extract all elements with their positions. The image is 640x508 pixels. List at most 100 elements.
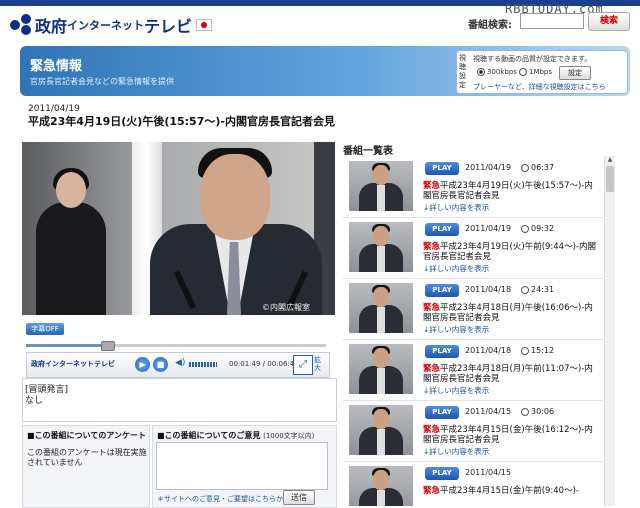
item-duration: 15:12 xyxy=(521,346,554,355)
play-button[interactable]: PLAY xyxy=(425,284,459,297)
item-date: 2011/04/15 xyxy=(465,468,512,477)
video-player[interactable]: ©内閣広報室 xyxy=(22,142,335,315)
item-date: 2011/04/18 xyxy=(465,346,512,355)
list-scrollbar[interactable]: ▲ xyxy=(604,156,615,506)
program-thumbnail[interactable] xyxy=(349,466,413,506)
item-title[interactable]: 緊急平成23年4月18日(月)午前(11:07〜)-内閣官房長官記者会見 xyxy=(423,364,601,384)
item-title[interactable]: 緊急平成23年4月19日(火)午後(15:57〜)-内閣官房長官記者会見 xyxy=(423,181,601,201)
send-button[interactable]: 送信 xyxy=(283,490,315,505)
banner-subtitle: 官房長官記者会見などの緊急情報を提供 xyxy=(30,77,174,86)
show-details-link[interactable]: ↓詳しい内容を表示 xyxy=(423,324,489,335)
clock-icon xyxy=(521,224,529,233)
item-date: 2011/04/19 xyxy=(465,163,512,172)
video-credit: ©内閣広報室 xyxy=(262,303,310,312)
item-date: 2011/04/15 xyxy=(465,407,512,416)
clock-icon xyxy=(521,346,529,355)
opinion-heading: ■この番組についてのご意見 xyxy=(157,431,261,440)
quality-option-300[interactable]: 300kbps xyxy=(477,68,517,76)
opinion-textarea[interactable] xyxy=(156,442,328,490)
site-logo[interactable]: 政府 インターネット テレビ xyxy=(10,12,213,38)
logo-text: テレビ xyxy=(144,17,193,36)
player-logo: 政府インターネットテレビ xyxy=(31,360,115,368)
show-details-link[interactable]: ↓詳しい内容を表示 xyxy=(423,202,489,213)
list-item[interactable]: PLAY 2011/04/15 緊急平成23年4月15日(金)午前(9:40〜)… xyxy=(343,461,603,506)
opinion-panel: ■この番組についてのご意見 (1000文字以内) ＊サイトへのご意見・ご要望はこ… xyxy=(152,425,337,508)
banner-title: 緊急情報 xyxy=(30,59,83,74)
item-title[interactable]: 緊急平成23年4月19日(火)午前(9:44〜)-内閣官房長官記者会見 xyxy=(423,242,601,262)
stop-button[interactable]: ■ xyxy=(153,357,168,372)
logo-text: インターネット xyxy=(67,19,145,32)
show-details-link[interactable]: ↓詳しい内容を表示 xyxy=(423,385,489,396)
volume-slider[interactable] xyxy=(189,362,217,367)
item-duration: 09:32 xyxy=(521,224,554,233)
program-thumbnail[interactable] xyxy=(349,344,413,394)
list-item[interactable]: PLAY 2011/04/19 06:37 緊急平成23年4月19日(火)午後(… xyxy=(343,156,603,218)
show-details-link[interactable]: ↓詳しい内容を表示 xyxy=(423,446,489,457)
search-input[interactable] xyxy=(520,13,584,29)
emergency-tag: 緊急 xyxy=(423,303,441,313)
time-readout: 00:01:49 / 00:06:46 xyxy=(229,360,299,368)
scroll-thumb[interactable] xyxy=(606,166,614,192)
detailed-settings-link[interactable]: プレーヤーなど、詳細な視聴設定はこちら xyxy=(473,82,606,92)
play-icon: ▶ xyxy=(139,360,146,369)
list-item[interactable]: PLAY 2011/04/15 30:06 緊急平成23年4月15日(金)午後(… xyxy=(343,400,603,462)
radio-icon[interactable] xyxy=(519,68,527,76)
program-thumbnail[interactable] xyxy=(349,283,413,333)
quality-set-button[interactable]: 設定 xyxy=(559,66,591,80)
opinion-limit: (1000文字以内) xyxy=(263,432,315,440)
play-button[interactable]: PLAY xyxy=(425,162,459,175)
stop-icon: ■ xyxy=(156,360,165,369)
emergency-tag: 緊急 xyxy=(423,181,441,191)
play-button[interactable]: PLAY xyxy=(425,406,459,419)
list-item[interactable]: PLAY 2011/04/18 15:12 緊急平成23年4月18日(月)午前(… xyxy=(343,339,603,401)
progress-bar[interactable] xyxy=(26,341,326,351)
show-details-link[interactable]: ↓詳しい内容を表示 xyxy=(423,263,489,274)
item-title[interactable]: 緊急平成23年4月15日(金)午前(9:40〜)- xyxy=(423,486,601,496)
page-title: 平成23年4月19日(火)午後(15:57〜)-内閣官房長官記者会見 xyxy=(28,115,335,128)
item-duration: 24:31 xyxy=(521,285,554,294)
play-button[interactable]: PLAY xyxy=(425,223,459,236)
japan-flag-icon xyxy=(196,19,213,31)
scroll-up-icon[interactable]: ▲ xyxy=(606,156,614,164)
emergency-tag: 緊急 xyxy=(423,486,441,496)
fullscreen-label: 拡大 xyxy=(314,356,321,372)
player-controls: 政府インターネットテレビ ▶ ■ ◀) 00:01:49 / 00:06:46 … xyxy=(26,352,330,378)
caption-toggle-button[interactable]: 字幕OFF xyxy=(26,323,64,335)
emergency-tag: 緊急 xyxy=(423,425,441,435)
item-title[interactable]: 緊急平成23年4月18日(月)午後(16:06〜)-内閣官房長官記者会見 xyxy=(423,303,601,323)
clock-icon xyxy=(521,163,529,172)
list-item[interactable]: PLAY 2011/04/19 09:32 緊急平成23年4月19日(火)午前(… xyxy=(343,217,603,279)
item-duration: 06:37 xyxy=(521,163,554,172)
program-list: PLAY 2011/04/19 06:37 緊急平成23年4月19日(火)午後(… xyxy=(343,156,615,506)
logo-mark-icon xyxy=(10,14,32,36)
play-button[interactable]: PLAY xyxy=(425,345,459,358)
search-button[interactable]: 検索 xyxy=(588,12,630,31)
program-thumbnail[interactable] xyxy=(349,222,413,272)
sign-language-interpreter xyxy=(36,202,106,315)
progress-handle[interactable] xyxy=(101,341,115,351)
item-title[interactable]: 緊急平成23年4月15日(金)午後(16:12〜)-内閣官房長官記者会見 xyxy=(423,425,601,445)
play-button[interactable]: PLAY xyxy=(425,467,459,480)
quality-message: 視聴する動画の品質が設定できます。 xyxy=(473,55,592,63)
item-duration: 30:06 xyxy=(521,407,554,416)
program-thumbnail[interactable] xyxy=(349,161,413,211)
play-button[interactable]: ▶ xyxy=(135,357,150,372)
search-label: 番組検索: xyxy=(468,20,512,31)
expand-icon: ⤢ xyxy=(299,359,307,370)
item-date: 2011/04/19 xyxy=(465,224,512,233)
list-item[interactable]: PLAY 2011/04/18 24:31 緊急平成23年4月18日(月)午後(… xyxy=(343,278,603,340)
quality-side-label: 視聴設定 xyxy=(459,54,466,89)
fullscreen-button[interactable]: ⤢ xyxy=(293,355,313,375)
survey-panel: ■この番組についてのアンケート この番組のアンケートは現在実施されていません xyxy=(22,425,150,508)
quality-option-1m[interactable]: 1Mbps xyxy=(519,68,552,76)
program-list-heading: 番組一覧表 xyxy=(343,146,393,157)
volume-icon[interactable]: ◀) xyxy=(175,358,185,368)
radio-selected-icon[interactable] xyxy=(477,68,485,76)
transcript-box[interactable]: [冒頭発言] なし xyxy=(22,378,337,422)
logo-text: 政府 xyxy=(35,17,68,36)
survey-heading: ■この番組についてのアンケート xyxy=(27,431,146,440)
progress-fill xyxy=(26,344,107,347)
program-thumbnail[interactable] xyxy=(349,405,413,455)
emergency-tag: 緊急 xyxy=(423,364,441,374)
site-feedback-link[interactable]: ＊サイトへのご意見・ご要望はこちらから xyxy=(157,494,290,504)
